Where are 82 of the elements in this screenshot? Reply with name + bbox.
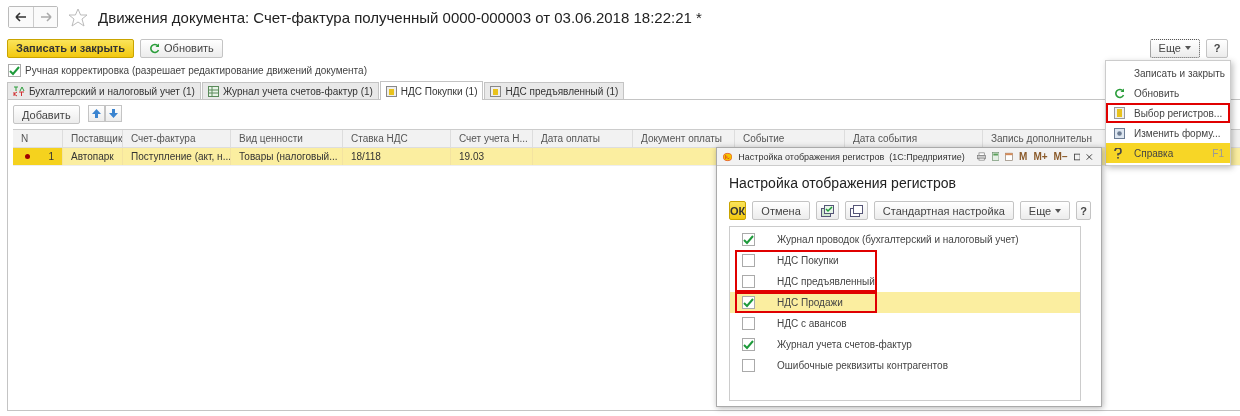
checked-copies-icon xyxy=(820,204,834,217)
checkbox[interactable] xyxy=(742,233,755,246)
checkbox[interactable] xyxy=(742,317,755,330)
register-label: НДС с авансов xyxy=(777,318,847,329)
more-button[interactable]: Еще xyxy=(1019,201,1071,220)
help-button[interactable]: ? xyxy=(1076,201,1091,220)
table-cell: Товары (налоговый... xyxy=(239,151,338,162)
table-cell: 18/118 xyxy=(351,151,381,162)
column-header[interactable]: Ставка НДС xyxy=(343,130,451,147)
arrow-up-icon xyxy=(91,109,101,118)
register-icon xyxy=(490,85,502,97)
tab[interactable]: Бухгалтерский и налоговый учет (1) xyxy=(7,82,201,99)
table-icon xyxy=(207,85,219,97)
caret-icon xyxy=(1055,208,1062,213)
checkbox[interactable] xyxy=(742,275,755,288)
arrow-left-icon xyxy=(15,12,27,22)
refresh-icon xyxy=(1114,87,1125,99)
column-header[interactable]: Вид ценности xyxy=(231,130,343,147)
checkbox[interactable] xyxy=(8,64,21,77)
table-cell: Поступление (акт, н... xyxy=(131,151,230,162)
menu-item[interactable]: Выбор регистров... xyxy=(1106,103,1230,123)
debit-credit-icon xyxy=(13,85,25,97)
column-header[interactable]: Поставщик xyxy=(63,130,123,147)
memory-button[interactable]: M xyxy=(1019,151,1028,162)
register-label: НДС предъявленный xyxy=(777,276,875,287)
cancel-button[interactable]: Отмена xyxy=(752,201,810,220)
form-icon xyxy=(1114,127,1125,139)
checkbox[interactable] xyxy=(742,359,755,372)
register-label: НДС Продажи xyxy=(777,297,843,308)
menu-item[interactable]: Обновить xyxy=(1106,83,1230,103)
move-up-button[interactable] xyxy=(87,105,105,122)
register-icon xyxy=(385,85,397,97)
column-header[interactable]: N xyxy=(13,130,63,147)
calendar-icon[interactable] xyxy=(1005,150,1014,163)
help-button[interactable]: ? xyxy=(1206,38,1228,58)
memory-button[interactable]: M− xyxy=(1053,151,1068,162)
checkbox-label: Ручная корректировка (разрешает редактирование движений документа) xyxy=(25,65,367,76)
arrow-right-icon xyxy=(39,12,52,22)
dialog-window-title: Настройка отображения регистров (1С:Предприятие) xyxy=(738,151,965,162)
checkbox[interactable] xyxy=(742,338,755,351)
close-icon[interactable] xyxy=(1086,151,1093,162)
table-cell: Автопарк xyxy=(71,151,114,162)
register-label: Ошибочные реквизиты контрагентов xyxy=(777,360,948,371)
save-close-button[interactable]: Записать и закрыть xyxy=(7,38,135,58)
print-icon[interactable] xyxy=(976,150,986,163)
register-label: Журнал проводок (бухгалтерский и налоговый учет) xyxy=(777,234,1019,245)
tab[interactable]: НДС предъявленный (1) xyxy=(484,82,625,99)
arrow-down-icon xyxy=(108,109,118,118)
maximize-icon[interactable] xyxy=(1073,151,1081,162)
dialog-heading: Настройка отображения регистров xyxy=(729,175,957,191)
column-header[interactable]: Счет учета Н... xyxy=(451,130,533,147)
checkbox[interactable] xyxy=(742,296,755,309)
calculator-icon[interactable] xyxy=(991,150,1000,163)
checkbox[interactable] xyxy=(742,254,755,267)
app-logo-icon xyxy=(723,150,733,163)
table-cell: 1 xyxy=(48,151,54,162)
back-button[interactable] xyxy=(9,7,33,27)
uncheck-all-button[interactable] xyxy=(844,201,868,220)
star-icon[interactable] xyxy=(68,7,88,27)
tab[interactable]: НДС Покупки (1) xyxy=(379,81,484,100)
standard-settings-button[interactable]: Стандартная настройка xyxy=(873,201,1014,220)
register-label: Журнал учета счетов-фактур xyxy=(777,339,912,350)
refresh-button[interactable]: Обновить xyxy=(140,38,223,58)
column-header[interactable]: Счет-фактура xyxy=(123,130,231,147)
register-icon xyxy=(1114,107,1125,119)
refresh-icon xyxy=(149,42,161,54)
register-label: НДС Покупки xyxy=(777,255,839,266)
window-title: Движения документа: Счет-фактура полученный 0000-000003 от 03.06.2018 18:22:21 * xyxy=(98,8,702,26)
help-icon xyxy=(1114,147,1122,159)
ok-button[interactable]: ОК xyxy=(729,201,747,220)
column-header[interactable]: Дата оплаты xyxy=(533,130,633,147)
memory-button[interactable]: M+ xyxy=(1033,151,1048,162)
more-button[interactable]: Еще xyxy=(1149,38,1200,58)
menu-item[interactable]: Записать и закрыть xyxy=(1106,63,1230,83)
table-cell: 19.03 xyxy=(459,151,485,162)
add-button[interactable]: Добавить xyxy=(13,105,80,124)
shortcut-label: F1 xyxy=(1212,147,1224,159)
copies-icon xyxy=(849,204,863,217)
caret-icon xyxy=(1185,46,1191,50)
menu-item[interactable]: Справка F1 xyxy=(1106,143,1230,163)
check-all-button[interactable] xyxy=(815,201,839,220)
tab[interactable]: Журнал учета счетов-фактур (1) xyxy=(201,82,379,99)
